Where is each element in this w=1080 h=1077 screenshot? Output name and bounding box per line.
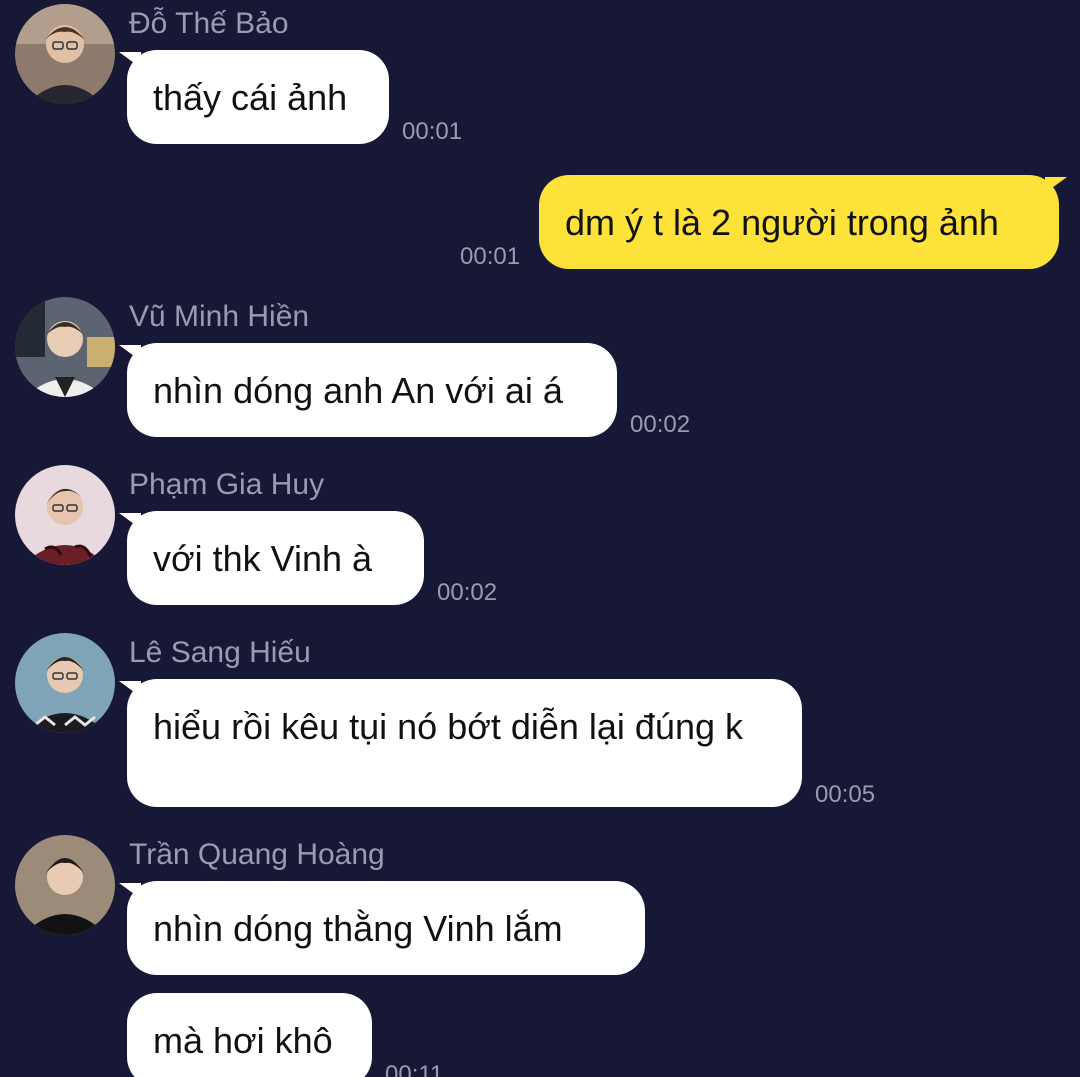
sender-name: Trần Quang Hoàng — [129, 838, 385, 871]
sender-avatar[interactable] — [15, 465, 115, 565]
person-avatar-icon — [15, 297, 115, 397]
message-time: 00:01 — [402, 118, 463, 145]
outgoing-message-bubble[interactable]: dm ý t là 2 người trong ảnh — [539, 175, 1067, 269]
sender-avatar[interactable] — [15, 4, 115, 104]
message-text: hiểu rồi kêu tụi nó bớt diễn lại đúng k — [153, 706, 743, 747]
person-avatar-icon — [15, 465, 115, 565]
message-text: nhìn dóng anh An với ai á — [153, 370, 563, 411]
person-avatar-icon — [15, 835, 115, 935]
message-text: dm ý t là 2 người trong ảnh — [565, 202, 999, 243]
message-text: nhìn dóng thằng Vinh lắm — [153, 908, 563, 949]
message-bubble[interactable]: với thk Vinh à — [119, 511, 424, 605]
message-time: 00:02 — [630, 411, 691, 438]
sender-avatar[interactable] — [15, 297, 115, 397]
sender-name: Lê Sang Hiếu — [129, 636, 311, 669]
message-time: 00:01 — [460, 243, 521, 270]
message-bubble[interactable]: thấy cái ảnh — [119, 50, 389, 144]
chat-message-list[interactable]: Đỗ Thế Bảo thấy cái ảnh 00:01 dm ý t là … — [0, 0, 1080, 1077]
message-time: 00:02 — [437, 579, 498, 606]
person-avatar-icon — [15, 4, 115, 104]
sender-avatar[interactable] — [15, 633, 115, 733]
message-text: thấy cái ảnh — [153, 77, 348, 118]
message-bubble[interactable]: hiểu rồi kêu tụi nó bớt diễn lại đúng k — [119, 679, 802, 807]
message-time: 00:11 — [385, 1061, 444, 1077]
message-bubble[interactable]: nhìn dóng anh An với ai á — [119, 343, 617, 437]
person-avatar-icon — [15, 633, 115, 733]
message-text: mà hơi khô — [153, 1020, 333, 1061]
sender-name: Phạm Gia Huy — [129, 468, 325, 501]
sender-name: Vũ Minh Hiền — [129, 300, 310, 333]
message-text: với thk Vinh à — [153, 538, 373, 579]
sender-name: Đỗ Thế Bảo — [129, 7, 289, 40]
message-time: 00:05 — [815, 781, 876, 808]
message-bubble[interactable]: mà hơi khô — [127, 993, 372, 1077]
sender-avatar[interactable] — [15, 835, 115, 935]
message-bubble[interactable]: nhìn dóng thằng Vinh lắm — [119, 881, 645, 975]
